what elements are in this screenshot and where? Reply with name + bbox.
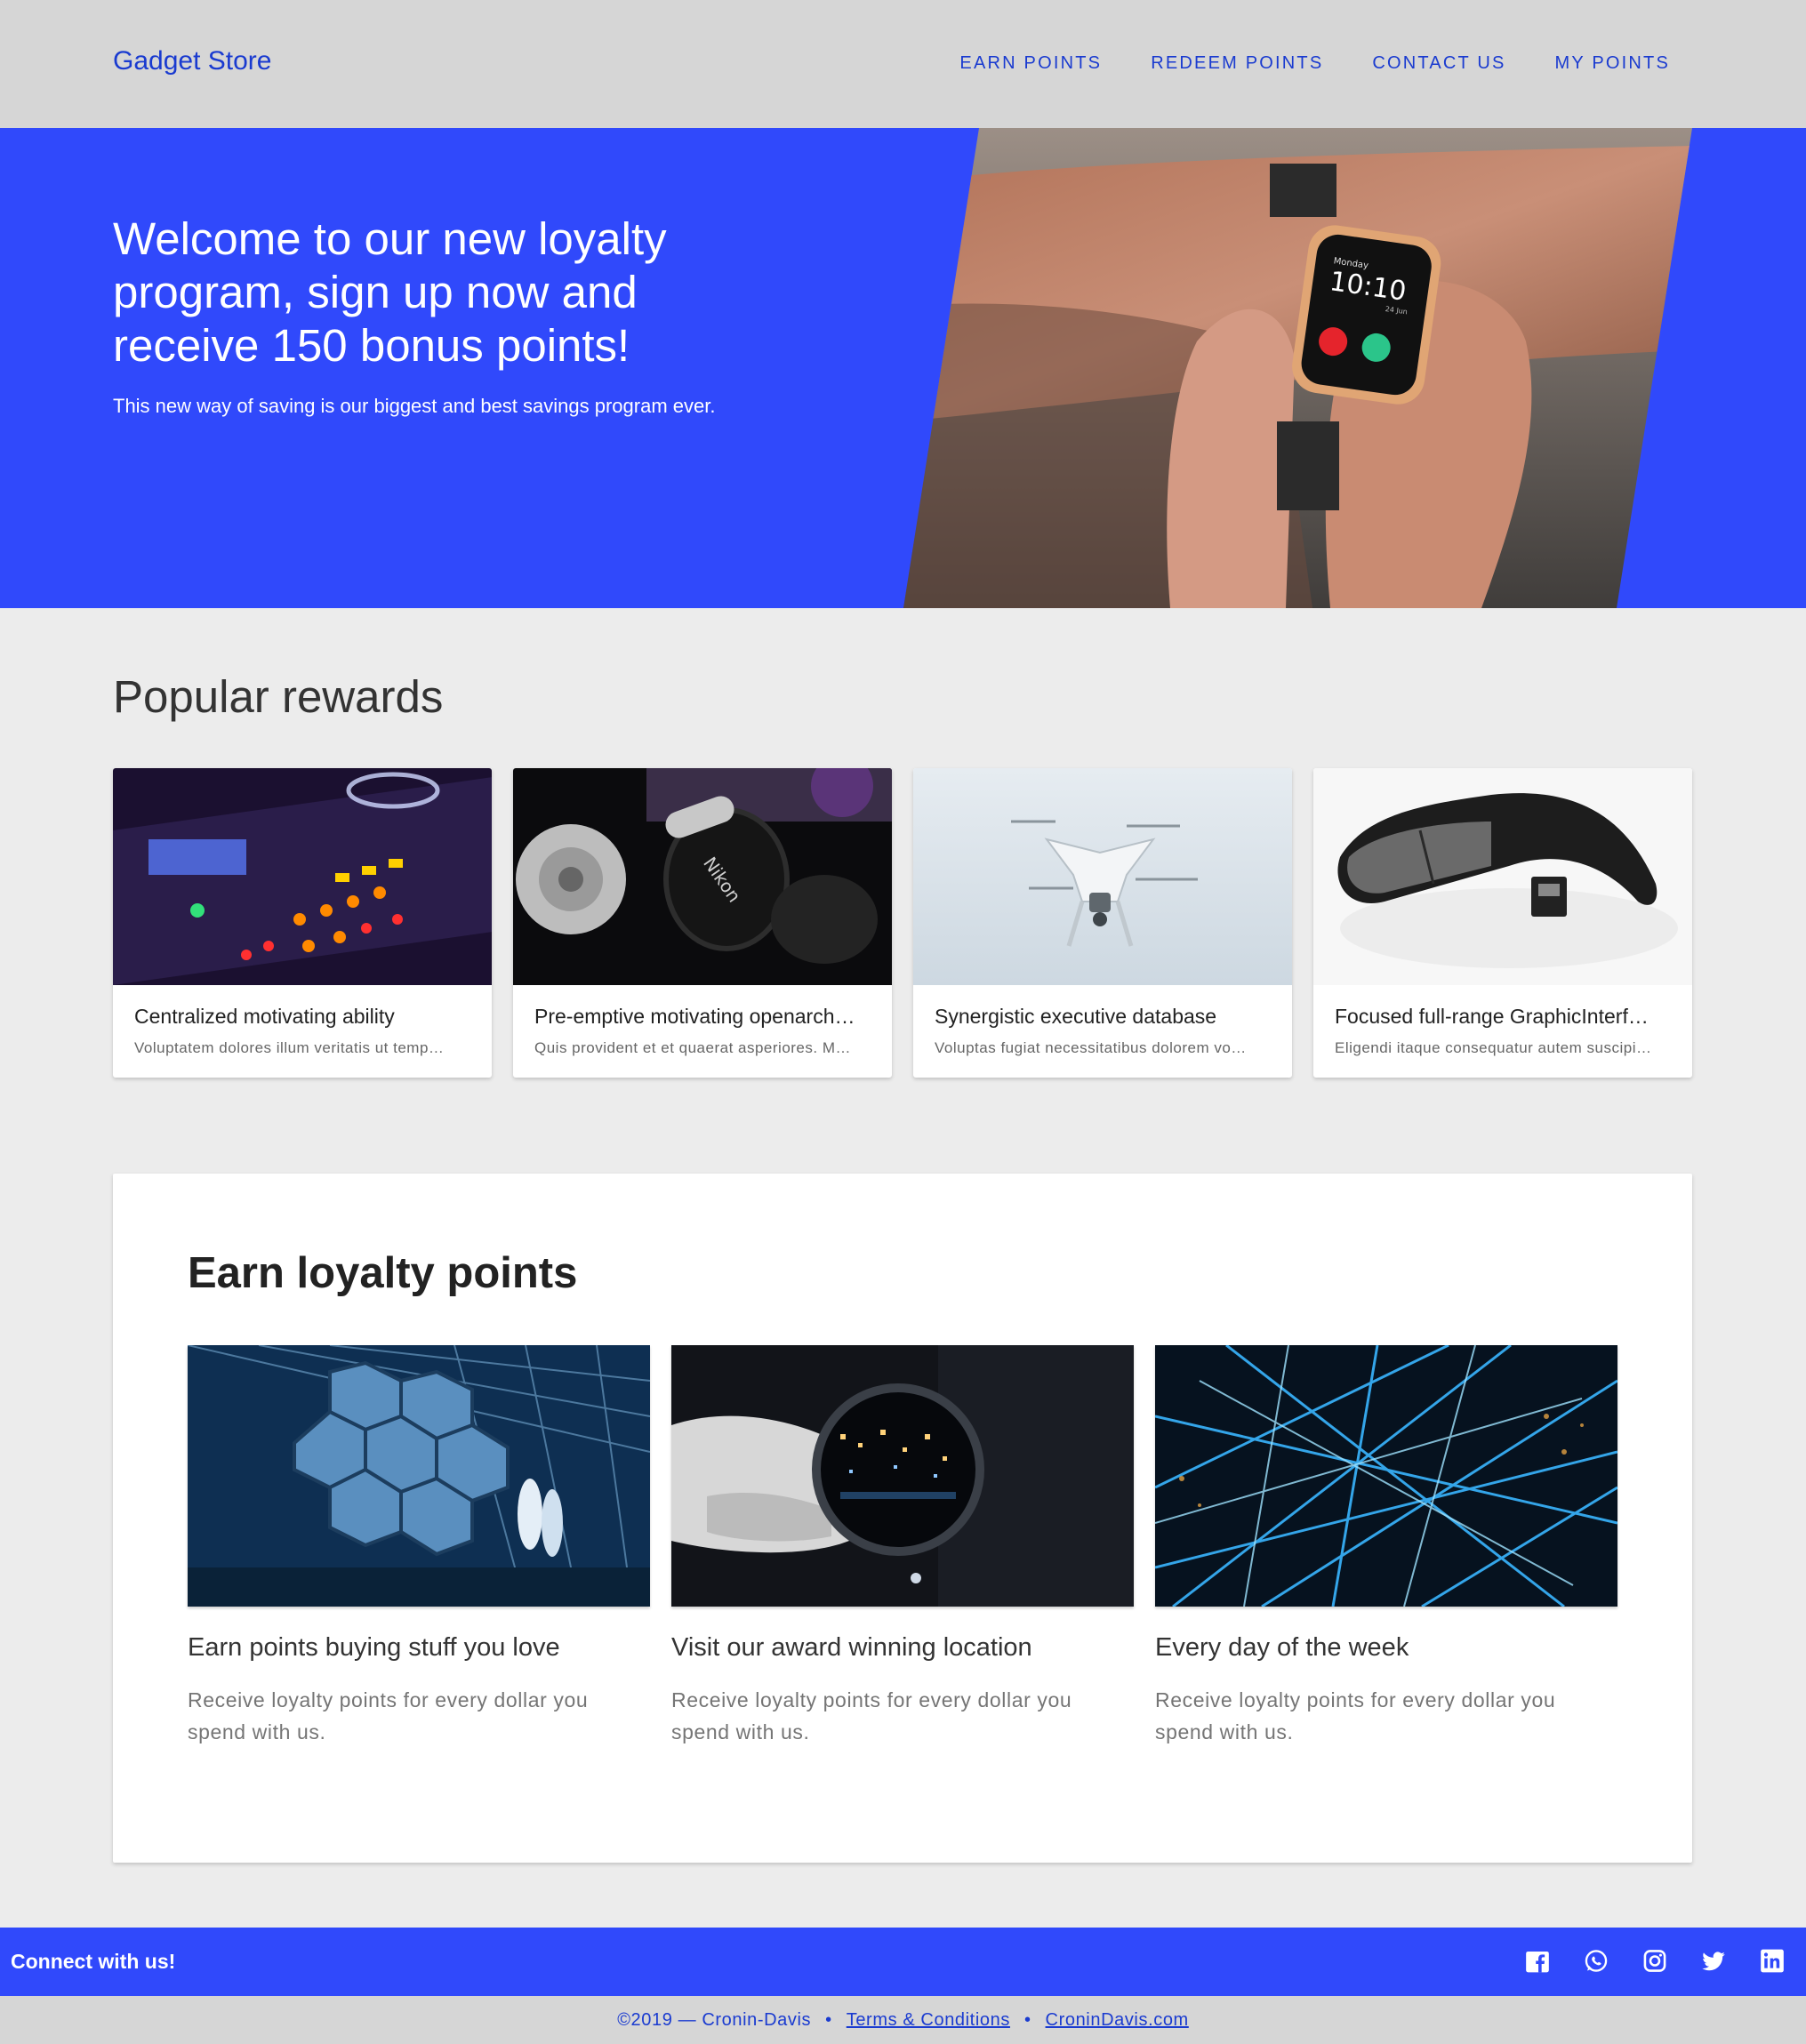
earn-item[interactable]: Visit our award winning location Receive… bbox=[671, 1345, 1134, 1748]
twitter-icon[interactable] bbox=[1701, 1946, 1726, 1976]
earn-points-heading: Earn loyalty points bbox=[188, 1249, 578, 1297]
drone-image bbox=[913, 768, 1292, 985]
reward-title: Synergistic executive database bbox=[935, 1005, 1217, 1028]
nav-redeem-points[interactable]: Redeem points bbox=[1151, 53, 1323, 74]
earn-item-description: Receive loyalty points for every dollar … bbox=[1155, 1688, 1556, 1743]
top-navbar: Gadget Store Earn points Redeem points C… bbox=[0, 0, 1806, 128]
earn-item-title: Earn points buying stuff you love bbox=[188, 1633, 560, 1662]
smartwatch-photo: Monday 10:10 24 Jun bbox=[903, 128, 1692, 608]
social-links bbox=[1525, 1946, 1785, 1976]
hero-banner: Welcome to our new loyalty program, sign… bbox=[0, 128, 1806, 608]
terms-link[interactable]: Terms & Conditions bbox=[847, 2010, 1010, 2030]
telescope-mirror-image bbox=[188, 1345, 650, 1607]
reward-title: Focused full-range GraphicInterf… bbox=[1335, 1005, 1649, 1028]
rewards-list: Centralized motivating ability Voluptate… bbox=[113, 768, 1692, 1078]
social-footer: Connect with us! bbox=[0, 1928, 1806, 1996]
instagram-icon[interactable] bbox=[1642, 1946, 1667, 1976]
facebook-icon[interactable] bbox=[1525, 1946, 1550, 1976]
reward-card[interactable]: Centralized motivating ability Voluptate… bbox=[113, 768, 492, 1078]
reward-card[interactable]: Focused full-range GraphicInterf… Eligen… bbox=[1313, 768, 1692, 1078]
reward-title: Centralized motivating ability bbox=[134, 1005, 395, 1028]
popular-rewards-heading: Popular rewards bbox=[113, 671, 444, 722]
reward-card[interactable]: Nikon Pre-emptive motivating openarch… Q… bbox=[513, 768, 892, 1078]
reward-description: Voluptas fugiat necessitatibus dolorem v… bbox=[935, 1039, 1247, 1056]
separator-dot: • bbox=[1023, 2010, 1031, 2030]
connect-label: Connect with us! bbox=[11, 1950, 176, 1973]
reward-title: Pre-emptive motivating openarch… bbox=[534, 1005, 855, 1028]
main-nav: Earn points Redeem points Contact us My … bbox=[959, 53, 1670, 74]
earn-item-description: Receive loyalty points for every dollar … bbox=[671, 1688, 1072, 1743]
light-network-image bbox=[1155, 1345, 1617, 1607]
earn-points-card: Earn loyalty points Earn points buying s… bbox=[113, 1174, 1692, 1863]
earn-item-title: Visit our award winning location bbox=[671, 1633, 1032, 1662]
earn-item[interactable]: Every day of the week Receive loyalty po… bbox=[1155, 1345, 1617, 1748]
site-link[interactable]: CroninDavis.com bbox=[1046, 2010, 1189, 2030]
reward-description: Quis provident et et quaerat asperiores.… bbox=[534, 1039, 851, 1056]
nav-contact-us[interactable]: Contact us bbox=[1372, 53, 1505, 74]
nav-my-points[interactable]: My points bbox=[1555, 53, 1670, 74]
dj-mixer-image bbox=[113, 768, 492, 985]
reward-description: Voluptatem dolores illum veritatis ut te… bbox=[134, 1039, 445, 1056]
headphones-camera-image: Nikon bbox=[513, 768, 892, 985]
reward-card[interactable]: Synergistic executive database Voluptas … bbox=[913, 768, 1292, 1078]
copyright-footer: ©2019 — Cronin-Davis • Terms & Conditions •… bbox=[0, 1996, 1806, 2044]
copyright-text: ©2019 — Cronin-Davis bbox=[617, 2010, 812, 2030]
brand-logo-link[interactable]: Gadget Store bbox=[113, 46, 271, 76]
earn-item-title: Every day of the week bbox=[1155, 1633, 1409, 1662]
whatsapp-icon[interactable] bbox=[1584, 1946, 1609, 1976]
earn-points-list: Earn points buying stuff you love Receiv… bbox=[188, 1345, 1617, 1748]
reward-description: Eligendi itaque consequatur autem suscip… bbox=[1335, 1039, 1652, 1056]
magnifier-city-image bbox=[671, 1345, 1134, 1607]
linkedin-icon[interactable] bbox=[1760, 1946, 1785, 1976]
wireless-mouse-image bbox=[1313, 768, 1692, 985]
separator-dot: • bbox=[825, 2010, 832, 2030]
hero-title: Welcome to our new loyalty program, sign… bbox=[113, 213, 667, 371]
earn-item[interactable]: Earn points buying stuff you love Receiv… bbox=[188, 1345, 650, 1748]
nav-earn-points[interactable]: Earn points bbox=[959, 53, 1102, 74]
hero-subtitle: This new way of saving is our biggest an… bbox=[113, 395, 716, 417]
earn-item-description: Receive loyalty points for every dollar … bbox=[188, 1688, 589, 1743]
